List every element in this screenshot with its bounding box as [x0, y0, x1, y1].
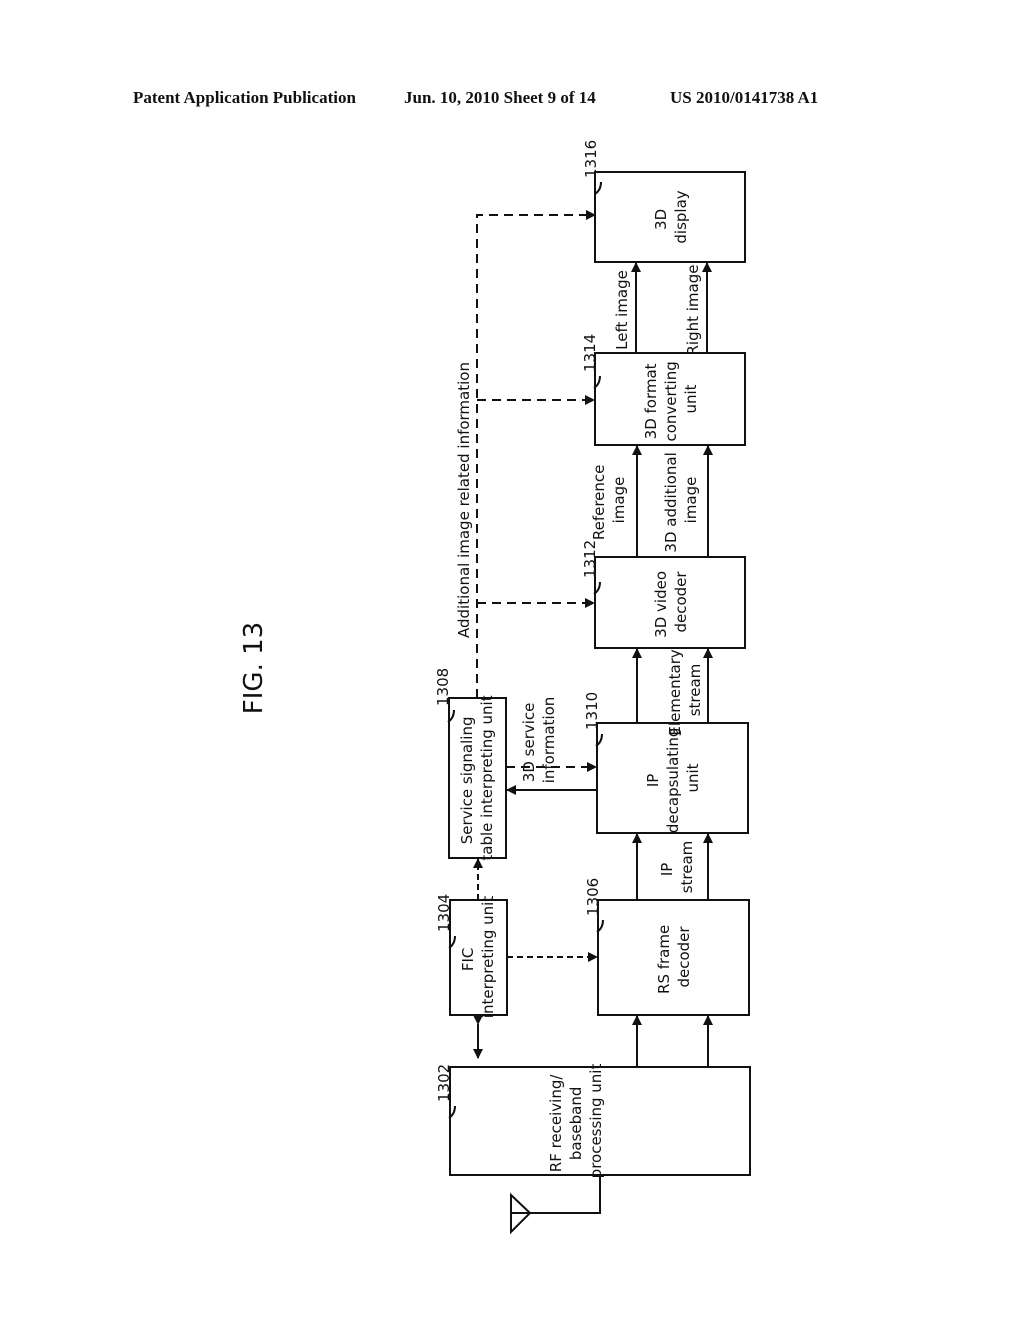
block-label: 3D video: [652, 571, 670, 638]
block-1314: 3D format converting unit: [594, 352, 746, 446]
block-label: unit: [682, 384, 700, 413]
block-label: interpreting unit: [479, 896, 497, 1019]
svg-text:Elementary stream: Elementary stream: [666, 644, 704, 735]
block-label: RF receiving/: [547, 1074, 565, 1173]
svg-text:IP stream: IP stream: [658, 841, 696, 894]
svg-text:1306: 1306: [584, 878, 602, 916]
svg-text:1310: 1310: [583, 692, 601, 730]
block-1302: RF receiving/ baseband processing unit: [449, 1064, 751, 1179]
block-1310: IP decapsulating unit: [596, 722, 749, 834]
svg-text:1314: 1314: [581, 334, 599, 372]
edge-label-left-image: Left image: [613, 270, 631, 350]
arrows-1306-to-1310: IP stream: [632, 833, 713, 900]
svg-text:1302: 1302: [435, 1064, 453, 1102]
block-label: unit: [684, 763, 702, 792]
block-label: display: [672, 190, 690, 243]
arrows-1314-to-1316: Left image Right image: [613, 262, 712, 356]
edge-label-additional-image: 3D additional: [662, 452, 680, 552]
block-1312: 3D video decoder: [594, 556, 746, 649]
block-label: converting: [662, 361, 680, 441]
block-label: decoder: [675, 926, 693, 988]
block-1304: FIC interpreting unit: [449, 896, 508, 1019]
block-label: IP: [644, 774, 662, 787]
edge-label-right-image: Right image: [684, 265, 702, 356]
edge-label-reference-image: image: [610, 477, 628, 524]
svg-text:1304: 1304: [435, 894, 453, 932]
antenna-icon: [510, 1175, 601, 1235]
svg-text:1308: 1308: [434, 668, 452, 706]
additional-info-bus: Additional image related information: [455, 210, 596, 698]
block-label: 3D format: [642, 363, 660, 439]
block-label: baseband: [567, 1087, 585, 1161]
edge-label-reference-image: Reference: [590, 465, 608, 541]
block-label: decoder: [672, 571, 690, 633]
edge-label-elementary-stream: stream: [686, 664, 704, 717]
block-label: Service signaling: [458, 717, 476, 845]
edge-label-ip-stream: IP: [658, 863, 676, 876]
figure-title: FIG. 13: [239, 622, 269, 714]
svg-text:3D service information: 3D service information: [520, 697, 558, 784]
block-1316: 3D display: [594, 171, 746, 263]
block-label: processing unit: [587, 1064, 605, 1179]
svg-text:Reference image: Reference image: [590, 460, 628, 540]
svg-text:3D additional image: 3D additional image: [662, 447, 700, 552]
arrows-1302-to-1306: [632, 1015, 713, 1067]
block-label: table interpreting unit: [478, 695, 496, 860]
arrows-1312-to-1314: Reference image 3D additional image: [590, 445, 713, 557]
svg-text:1312: 1312: [581, 540, 599, 578]
block-label: 3D: [652, 209, 670, 230]
edge-label-additional-image: image: [682, 477, 700, 524]
edge-label-service-info: 3D service: [520, 703, 538, 783]
block-diagram: FIG. 13 3D display 3D format converting …: [239, 140, 751, 1235]
edge-label-ip-stream: stream: [678, 841, 696, 894]
block-label: FIC: [459, 948, 477, 972]
arrows-1310-to-1312: Elementary stream: [632, 644, 713, 736]
edge-label-additional-info: Additional image related information: [455, 362, 473, 638]
edge-label-service-info: information: [540, 697, 558, 784]
block-label: decapsulating: [664, 728, 682, 833]
edge-label-elementary-stream: Elementary: [666, 649, 684, 735]
block-1308: Service signaling table interpreting uni…: [448, 695, 507, 861]
block-1306: RS frame decoder: [597, 899, 750, 1016]
svg-text:1316: 1316: [582, 140, 600, 178]
block-label: RS frame: [655, 925, 673, 994]
